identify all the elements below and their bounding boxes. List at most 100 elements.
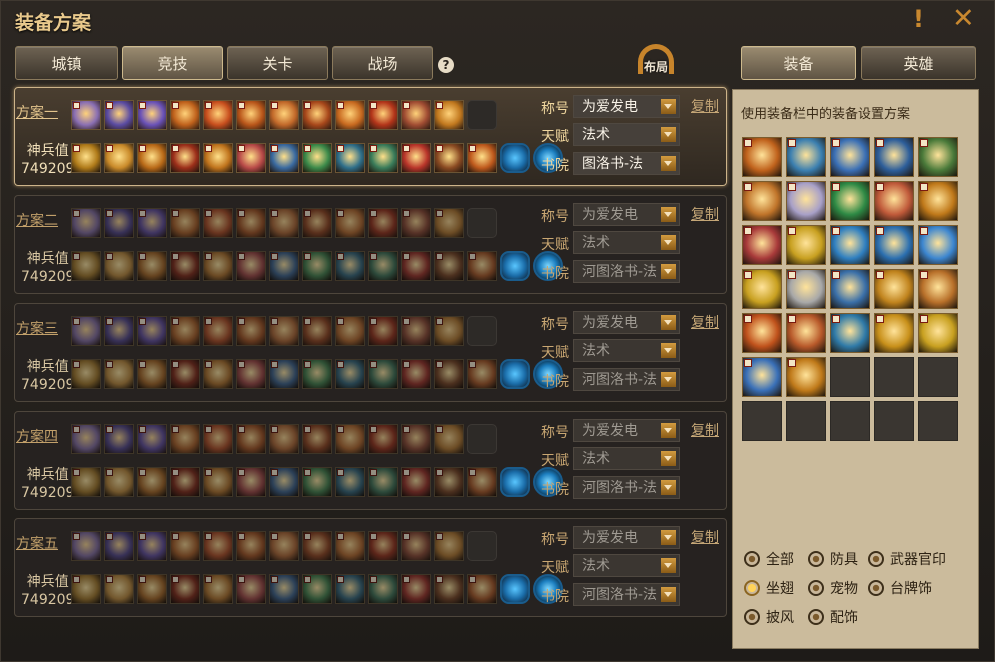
tab-equipment[interactable]: 装备 xyxy=(741,46,856,80)
equipment-slot[interactable] xyxy=(137,531,167,561)
equipment-slot[interactable] xyxy=(203,143,233,173)
copy-link[interactable]: 复制 xyxy=(691,527,719,547)
equipment-slot[interactable] xyxy=(335,531,365,561)
equipment-slot[interactable] xyxy=(302,251,332,281)
equipment-slot[interactable] xyxy=(170,316,200,346)
equipment-slot[interactable] xyxy=(302,359,332,389)
scheme-name[interactable]: 方案三 xyxy=(16,318,58,338)
equipment-slot[interactable] xyxy=(170,251,200,281)
equipment-slot[interactable] xyxy=(401,100,431,130)
equipment-slot[interactable] xyxy=(71,208,101,238)
filter-accessory[interactable]: 配饰 xyxy=(808,607,858,627)
equipment-slot[interactable] xyxy=(335,208,365,238)
equipment-slot[interactable] xyxy=(302,531,332,561)
equipment-slot[interactable] xyxy=(104,100,134,130)
inventory-item[interactable] xyxy=(742,313,782,353)
equipment-slot[interactable] xyxy=(302,208,332,238)
equipment-slot[interactable] xyxy=(71,316,101,346)
equipment-slot[interactable] xyxy=(203,424,233,454)
equipment-slot[interactable] xyxy=(203,100,233,130)
equipment-slot[interactable] xyxy=(302,100,332,130)
equipment-slot[interactable] xyxy=(434,531,464,561)
equipment-slot[interactable] xyxy=(335,574,365,604)
equipment-slot[interactable] xyxy=(203,467,233,497)
tab-arena[interactable]: 竞技 xyxy=(122,46,223,80)
equipment-slot[interactable] xyxy=(335,143,365,173)
inventory-empty-slot[interactable] xyxy=(830,357,870,397)
equipment-slot[interactable] xyxy=(203,574,233,604)
equipment-slot[interactable] xyxy=(170,574,200,604)
inventory-item[interactable] xyxy=(918,181,958,221)
equipment-slot[interactable] xyxy=(104,424,134,454)
inventory-item[interactable] xyxy=(918,269,958,309)
empty-slot[interactable] xyxy=(467,100,497,130)
equipment-slot[interactable] xyxy=(236,100,266,130)
equipment-slot[interactable] xyxy=(335,100,365,130)
artifact-orb-icon[interactable] xyxy=(500,359,530,389)
inventory-item[interactable] xyxy=(830,225,870,265)
artifact-orb-icon[interactable] xyxy=(500,467,530,497)
equipment-slot[interactable] xyxy=(137,100,167,130)
equipment-slot[interactable] xyxy=(434,359,464,389)
title-select[interactable]: 为爱发电 xyxy=(573,419,680,442)
equipment-slot[interactable] xyxy=(269,467,299,497)
inventory-item[interactable] xyxy=(742,225,782,265)
filter-weapon-seal[interactable]: 武器官印 xyxy=(868,549,946,569)
title-select[interactable]: 为爱发电 xyxy=(573,203,680,226)
equipment-slot[interactable] xyxy=(236,251,266,281)
equipment-slot[interactable] xyxy=(71,574,101,604)
scheme-card[interactable]: 方案四 神兵值 749209 称号 为爱发电 天赋 法术 书院 河图洛书-法 复制 xyxy=(14,411,727,510)
inventory-item[interactable] xyxy=(874,137,914,177)
equipment-slot[interactable] xyxy=(170,100,200,130)
academy-select[interactable]: 河图洛书-法 xyxy=(573,476,680,499)
equipment-slot[interactable] xyxy=(401,359,431,389)
equipment-slot[interactable] xyxy=(269,251,299,281)
artifact-orb-icon[interactable] xyxy=(500,251,530,281)
equipment-slot[interactable] xyxy=(137,359,167,389)
academy-select[interactable]: 河图洛书-法 xyxy=(573,260,680,283)
equipment-slot[interactable] xyxy=(203,316,233,346)
copy-link[interactable]: 复制 xyxy=(691,420,719,440)
artifact-orb-icon[interactable] xyxy=(500,574,530,604)
equipment-slot[interactable] xyxy=(236,143,266,173)
inventory-empty-slot[interactable] xyxy=(918,401,958,441)
empty-slot[interactable] xyxy=(467,316,497,346)
equipment-slot[interactable] xyxy=(302,316,332,346)
equipment-slot[interactable] xyxy=(368,208,398,238)
inventory-item[interactable] xyxy=(918,225,958,265)
equipment-slot[interactable] xyxy=(104,208,134,238)
tab-battlefield[interactable]: 战场 xyxy=(332,46,433,80)
equipment-slot[interactable] xyxy=(269,531,299,561)
equipment-slot[interactable] xyxy=(104,359,134,389)
equipment-slot[interactable] xyxy=(137,208,167,238)
equipment-slot[interactable] xyxy=(104,531,134,561)
equipment-slot[interactable] xyxy=(236,316,266,346)
inventory-item[interactable] xyxy=(742,357,782,397)
equipment-slot[interactable] xyxy=(71,100,101,130)
equipment-slot[interactable] xyxy=(71,467,101,497)
inventory-item[interactable] xyxy=(786,225,826,265)
equipment-slot[interactable] xyxy=(137,316,167,346)
equipment-slot[interactable] xyxy=(467,359,497,389)
copy-link[interactable]: 复制 xyxy=(691,312,719,332)
layout-button[interactable]: 布局 xyxy=(634,44,678,78)
equipment-slot[interactable] xyxy=(269,100,299,130)
equipment-slot[interactable] xyxy=(170,467,200,497)
filter-cloak[interactable]: 披风 xyxy=(744,607,794,627)
equipment-slot[interactable] xyxy=(137,467,167,497)
equipment-slot[interactable] xyxy=(170,531,200,561)
inventory-empty-slot[interactable] xyxy=(918,357,958,397)
equipment-slot[interactable] xyxy=(434,100,464,130)
inventory-empty-slot[interactable] xyxy=(874,357,914,397)
equipment-slot[interactable] xyxy=(203,359,233,389)
filter-armor[interactable]: 防具 xyxy=(808,549,858,569)
equipment-slot[interactable] xyxy=(71,424,101,454)
equipment-slot[interactable] xyxy=(71,251,101,281)
equipment-slot[interactable] xyxy=(467,143,497,173)
academy-select[interactable]: 河图洛书-法 xyxy=(573,368,680,391)
equipment-slot[interactable] xyxy=(434,467,464,497)
equipment-slot[interactable] xyxy=(104,316,134,346)
equipment-slot[interactable] xyxy=(236,531,266,561)
scheme-name[interactable]: 方案五 xyxy=(16,533,58,553)
equipment-slot[interactable] xyxy=(368,316,398,346)
